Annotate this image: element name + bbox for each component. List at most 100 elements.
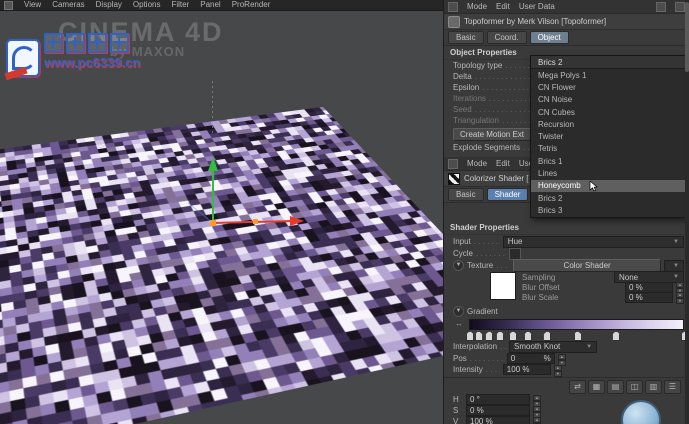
blur-scale-stepper[interactable]: ▲ ▼ <box>676 292 684 304</box>
chevron-down-icon: ▼ <box>673 262 679 269</box>
gradient-knot[interactable] <box>612 331 621 341</box>
columns-view-icon[interactable]: ◫ <box>626 380 643 394</box>
attr-menu-mode[interactable]: Mode <box>467 2 487 11</box>
history-icon[interactable] <box>675 1 685 12</box>
iterations-label: Iterations <box>453 94 486 103</box>
dropdown-item[interactable]: Brics 2 <box>531 192 689 204</box>
list-view-icon[interactable]: ☰ <box>664 380 681 394</box>
dropdown-item[interactable]: CN Cubes <box>531 106 689 118</box>
dropdown-item[interactable]: Lines <box>531 167 689 179</box>
menu-filter[interactable]: Filter <box>171 0 189 10</box>
dropdown-item[interactable]: Tetris <box>531 143 689 155</box>
tab-coord[interactable]: Coord. <box>486 31 527 44</box>
viewport-menu-icon[interactable] <box>4 0 13 10</box>
dropdown-item[interactable]: Recursion <box>531 118 689 130</box>
subrow-sampling: Sampling None ▼ <box>444 271 689 283</box>
dropdown-item[interactable]: Twister <box>531 130 689 142</box>
object-tabs: Basic Coord. Object <box>444 30 689 46</box>
h-stepper[interactable]: ▲ ▼ <box>533 394 541 407</box>
intensity-field[interactable]: 100 % <box>502 364 551 375</box>
gradient-bar[interactable] <box>469 319 684 330</box>
menu-cameras[interactable]: Cameras <box>52 0 84 10</box>
dropdown-item[interactable]: CN Flower <box>531 81 689 93</box>
gradient-knot[interactable] <box>485 331 494 341</box>
dropdown-item[interactable]: CN Noise <box>531 94 689 106</box>
create-motion-button[interactable]: Create Motion Ext <box>453 127 532 141</box>
texture-expander-icon[interactable]: ▼ <box>453 260 464 271</box>
menu-prorender[interactable]: ProRender <box>232 0 271 10</box>
panel-icon[interactable] <box>448 1 458 12</box>
attr-menu-edit[interactable]: Edit <box>496 2 510 11</box>
panel-scrollbar[interactable] <box>685 0 689 424</box>
blur-scale-label: Blur Scale <box>522 292 559 302</box>
gradient-knot[interactable] <box>466 331 474 341</box>
pc6339-cn-text <box>44 33 129 53</box>
viewport-menubar: View Cameras Display Options Filter Pane… <box>0 0 443 11</box>
dropdown-item[interactable]: Brics 3 <box>531 204 689 216</box>
viewport-3d[interactable]: CINEMA 4D by MAXON www.pc6339.cn <box>0 11 443 424</box>
subrow-blur-offset: Blur Offset 0 % ▲ ▼ <box>444 281 689 294</box>
z-axis[interactable] <box>187 202 214 224</box>
shader-menu-mode[interactable]: Mode <box>467 159 487 168</box>
tab-basic[interactable]: Basic <box>448 31 484 44</box>
tab-object[interactable]: Object <box>529 31 569 44</box>
tab-shader-shader[interactable]: Shader <box>486 188 529 201</box>
gradient-knot[interactable] <box>474 331 483 341</box>
y-axis-arrow[interactable] <box>208 157 218 171</box>
x-axis[interactable] <box>212 220 293 224</box>
s-field[interactable]: 0 % <box>466 405 530 416</box>
property-row-pos: Pos 0% ▲▼ <box>444 353 689 366</box>
rows-view-icon[interactable]: ▤ <box>607 380 624 394</box>
s-stepper[interactable]: ▲ ▼ <box>533 405 541 418</box>
shader-properties-section: Shader Properties <box>444 221 689 235</box>
pc6339-watermark: www.pc6339.cn <box>4 33 156 93</box>
attribute-header: Mode Edit User Data <box>444 0 689 14</box>
menu-options[interactable]: Options <box>133 0 161 10</box>
scrollbar-thumb[interactable] <box>685 2 689 72</box>
menu-view[interactable]: View <box>24 0 41 10</box>
gradient-expander-icon[interactable]: ▼ <box>453 306 464 317</box>
texture-options-button[interactable]: ▼ <box>664 259 684 272</box>
pos-field[interactable]: 0% <box>506 353 555 364</box>
topology-dropdown-list: Brics 2 Mega Polys 1 CN Flower CN Noise … <box>530 55 689 218</box>
swap-mode-icon[interactable]: ⇄ <box>569 380 586 394</box>
gradient-arrows-icon[interactable]: ↔ <box>453 319 465 328</box>
dropdown-item[interactable]: Mega Polys 1 <box>531 69 689 81</box>
attr-menu-userdata[interactable]: User Data <box>519 2 555 11</box>
gradient-knot[interactable] <box>543 331 552 341</box>
cycle-checkbox[interactable] <box>509 247 522 260</box>
blur-scale-field[interactable]: 0 % <box>625 291 673 303</box>
delta-label: Delta <box>453 72 472 81</box>
menu-display[interactable]: Display <box>96 0 122 10</box>
v-field[interactable]: 100 % <box>466 416 530 424</box>
pos-stepper[interactable]: ▲ ▼ <box>557 353 566 366</box>
v-stepper[interactable]: ▲▼ <box>533 416 541 424</box>
dropdown-item-highlighted[interactable]: Honeycomb <box>531 179 689 192</box>
texture-label: Texture <box>467 261 494 270</box>
tab-shader-basic[interactable]: Basic <box>448 188 484 201</box>
h-field[interactable]: 0 ° <box>466 394 530 405</box>
cells-view-icon[interactable]: ▥ <box>645 380 662 394</box>
x-axis-handle[interactable] <box>253 219 258 224</box>
subrow-blur-scale: Blur Scale 0 % ▲ ▼ <box>444 291 689 304</box>
texture-preview-swatch[interactable] <box>490 272 516 300</box>
x-axis-arrow[interactable] <box>290 216 304 226</box>
axis-gizmo[interactable] <box>168 131 318 241</box>
shader-menu-edit[interactable]: Edit <box>496 159 510 168</box>
gradient-knot[interactable] <box>509 331 517 341</box>
gradient-knot[interactable] <box>496 331 505 341</box>
intensity-stepper[interactable]: ▲ ▼ <box>553 364 562 377</box>
interpolation-dropdown[interactable]: Smooth Knot ▼ <box>509 340 598 353</box>
gradient-knot[interactable] <box>573 331 582 341</box>
gradient-knot-row[interactable] <box>466 331 689 341</box>
blur-offset-stepper[interactable]: ▲ ▼ <box>676 282 684 294</box>
dropdown-item[interactable]: Brics 1 <box>531 155 689 167</box>
panel-icon-2[interactable] <box>448 158 458 169</box>
menu-panel[interactable]: Panel <box>200 0 220 10</box>
gradient-knot[interactable] <box>524 331 533 341</box>
lock-icon[interactable] <box>656 1 666 12</box>
grid-view-icon[interactable]: ▦ <box>588 380 605 394</box>
input-dropdown[interactable]: Hue ▼ <box>502 235 684 248</box>
dropdown-current-value[interactable]: Brics 2 <box>531 56 689 69</box>
origin-handle[interactable] <box>210 220 216 226</box>
